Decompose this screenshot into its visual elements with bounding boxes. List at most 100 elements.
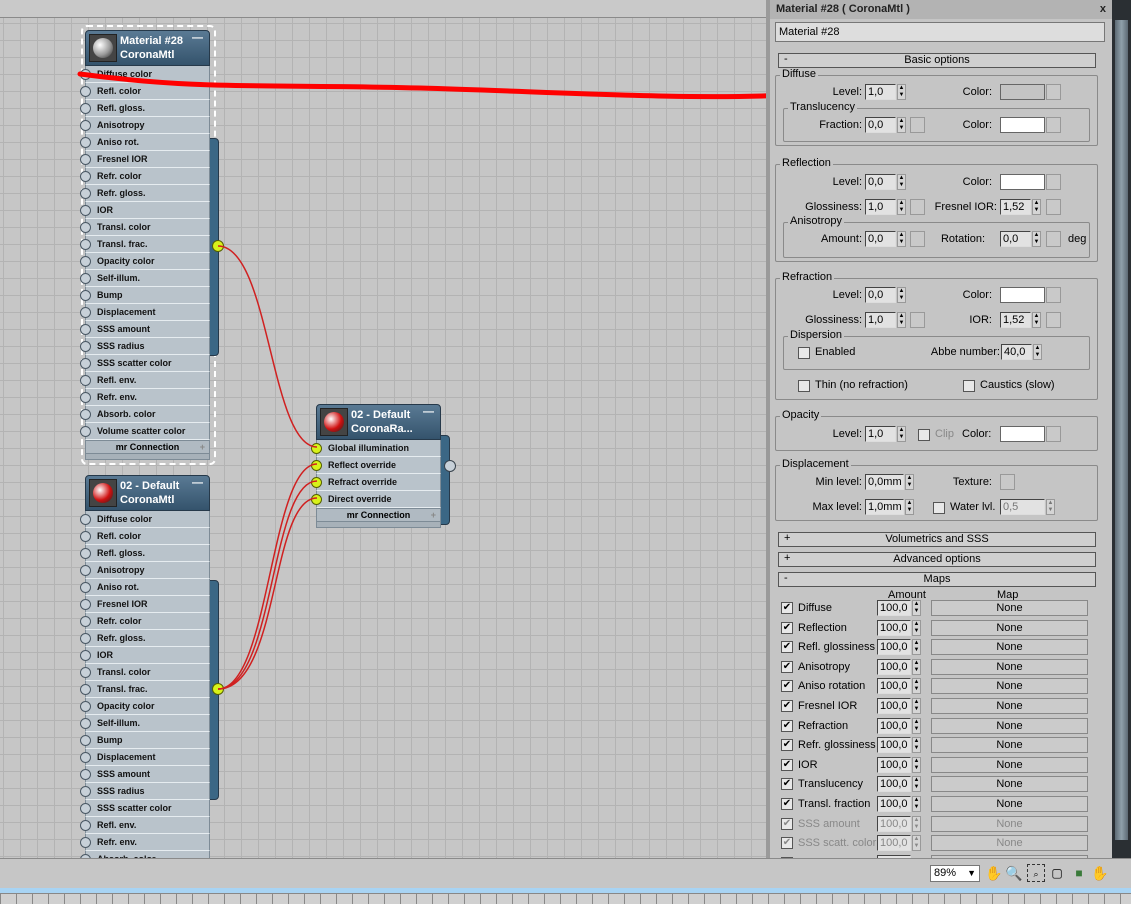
glossiness-map-button[interactable]	[910, 199, 925, 215]
value[interactable]: 40,0	[1001, 344, 1032, 360]
spinner-arrows-icon[interactable]: ▲ ▼	[897, 231, 906, 247]
input-socket[interactable]	[80, 616, 91, 627]
output-socket[interactable]	[444, 460, 456, 472]
node-socket-row[interactable]: Transl. color	[80, 219, 210, 236]
value[interactable]: 1,0mm	[865, 499, 904, 515]
value[interactable]: 100,0	[877, 600, 911, 616]
reflection-glossiness-spinner[interactable]: 1,0 ▲ ▼	[865, 199, 907, 215]
node-socket-row[interactable]: Refl. color	[80, 83, 210, 100]
node-socket-row[interactable]: Self-illum.	[80, 270, 210, 287]
reflection-map-button[interactable]	[1046, 174, 1061, 190]
map-slot-button[interactable]: None	[931, 658, 1088, 675]
output-socket[interactable]	[212, 240, 224, 252]
node-socket-row[interactable]: Refract override	[311, 474, 441, 491]
output-socket[interactable]	[212, 683, 224, 695]
node-socket-row[interactable]: Diffuse color	[80, 66, 210, 83]
map-enabled-checkbox[interactable]: ✔	[781, 719, 793, 732]
node-socket-row[interactable]: Volume scatter color	[80, 423, 210, 440]
displacement-texture-button[interactable]	[1000, 474, 1015, 490]
input-socket[interactable]	[80, 375, 91, 386]
map-enabled-checkbox[interactable]: ✔	[781, 700, 793, 712]
refraction-glossiness-spinner[interactable]: 1,0 ▲ ▼	[865, 312, 907, 328]
node-socket-row[interactable]: SSS amount	[80, 321, 210, 338]
input-socket[interactable]	[80, 69, 91, 80]
input-socket[interactable]	[80, 188, 91, 199]
map-amount-spinner[interactable]: 100,0 ▲ ▼	[877, 698, 922, 714]
node-socket-row[interactable]: Aniso rot.	[80, 579, 210, 596]
node-socket-row[interactable]: Transl. frac.	[80, 236, 210, 253]
anisotropy-map-button[interactable]	[910, 231, 925, 247]
input-socket[interactable]	[80, 137, 91, 148]
spinner-arrows-icon[interactable]: ▲ ▼	[912, 658, 921, 675]
value[interactable]: 100,0	[877, 835, 911, 852]
map-enabled-checkbox[interactable]: ✔	[781, 837, 793, 850]
input-socket[interactable]	[80, 256, 91, 267]
fraction-spinner[interactable]: 0,0 ▲ ▼	[865, 117, 907, 133]
spinner-arrows-icon[interactable]: ▲ ▼	[897, 174, 906, 190]
pan-to-selected-icon[interactable]: ✋	[1091, 864, 1109, 882]
map-enabled-checkbox[interactable]: ✔	[781, 680, 793, 693]
node-socket-row[interactable]: Diffuse color	[80, 511, 210, 528]
spinner-arrows-icon[interactable]: ▲ ▼	[897, 287, 906, 303]
node-socket-row[interactable]: Reflect override	[311, 457, 441, 474]
node-socket-row[interactable]: SSS scatter color	[80, 355, 210, 372]
node-socket-row[interactable]: SSS radius	[80, 338, 210, 355]
map-amount-spinner[interactable]: 100,0 ▲ ▼	[877, 756, 922, 773]
value[interactable]: 100,0	[877, 737, 911, 754]
input-socket[interactable]	[80, 86, 91, 97]
map-slot-button[interactable]: None	[931, 717, 1088, 734]
input-socket[interactable]	[80, 599, 91, 610]
ior-map-button[interactable]	[1046, 312, 1061, 328]
map-amount-spinner[interactable]: 100,0 ▲ ▼	[877, 717, 922, 734]
diffuse-level-spinner[interactable]: 1,0 ▲ ▼	[865, 84, 907, 100]
node-socket-row[interactable]: SSS amount	[80, 766, 210, 783]
value[interactable]: 0,0	[1000, 231, 1031, 247]
input-socket[interactable]	[80, 154, 91, 165]
spinner-arrows-icon[interactable]: ▲ ▼	[897, 312, 906, 328]
spinner-arrows-icon[interactable]: ▲ ▼	[912, 619, 921, 636]
map-enabled-checkbox[interactable]: ✔	[781, 660, 793, 673]
value[interactable]: 100,0	[877, 658, 911, 675]
input-socket[interactable]	[80, 531, 91, 542]
input-socket[interactable]	[80, 735, 91, 746]
refr-glossiness-map-button[interactable]	[910, 312, 925, 328]
node-socket-row[interactable]: Aniso rot.	[80, 134, 210, 151]
value[interactable]: 100,0	[877, 698, 911, 714]
node-socket-row[interactable]: Refl. color	[80, 528, 210, 545]
spinner-arrows-icon[interactable]: ▲ ▼	[912, 698, 921, 714]
map-amount-spinner[interactable]: 100,0 ▲ ▼	[877, 639, 922, 656]
clip-checkbox[interactable]	[918, 429, 930, 441]
value[interactable]: 100,0	[877, 639, 911, 656]
input-socket[interactable]	[80, 582, 91, 593]
input-socket[interactable]	[80, 120, 91, 131]
opacity-color-swatch[interactable]	[1000, 426, 1045, 442]
node-socket-row[interactable]: Bump	[80, 732, 210, 749]
zoom-extents-icon[interactable]: ▢	[1048, 864, 1066, 882]
reflection-level-spinner[interactable]: 0,0 ▲ ▼	[865, 174, 907, 190]
node-socket-row[interactable]: Refl. gloss.	[80, 100, 210, 117]
reflection-color-swatch[interactable]	[1000, 174, 1045, 190]
value[interactable]: 0,0mm	[865, 474, 904, 490]
map-enabled-checkbox[interactable]: ✔	[781, 602, 793, 614]
node-socket-row[interactable]: Refr. gloss.	[80, 630, 210, 647]
pan-hand-icon[interactable]: ✋	[985, 864, 1003, 882]
material-node-corona-rayswitch[interactable]: 02 - Default CoronaRa... — Global illumin…	[311, 404, 441, 528]
spinner-arrows-icon[interactable]: ▲ ▼	[912, 815, 921, 832]
anisotropy-amount-spinner[interactable]: 0,0 ▲ ▼	[865, 231, 907, 247]
value[interactable]: 1,0	[865, 426, 896, 442]
expand-icon[interactable]: +	[200, 441, 205, 453]
map-slot-button[interactable]: None	[931, 698, 1088, 714]
input-socket[interactable]	[80, 752, 91, 763]
refraction-color-swatch[interactable]	[1000, 287, 1045, 303]
node-socket-row[interactable]: Refl. env.	[80, 817, 210, 834]
spinner-arrows-icon[interactable]: ▲ ▼	[912, 600, 921, 616]
minimize-icon[interactable]: —	[192, 32, 203, 44]
map-enabled-checkbox[interactable]: ✔	[781, 621, 793, 634]
spinner-arrows-icon[interactable]: ▲ ▼	[912, 776, 921, 793]
node-socket-row[interactable]: IOR	[80, 647, 210, 664]
input-socket[interactable]	[80, 426, 91, 437]
input-socket[interactable]	[80, 171, 91, 182]
dispersion-enabled-checkbox[interactable]	[798, 347, 810, 359]
expand-icon[interactable]: +	[431, 509, 436, 521]
value[interactable]: 0,0	[865, 287, 896, 303]
